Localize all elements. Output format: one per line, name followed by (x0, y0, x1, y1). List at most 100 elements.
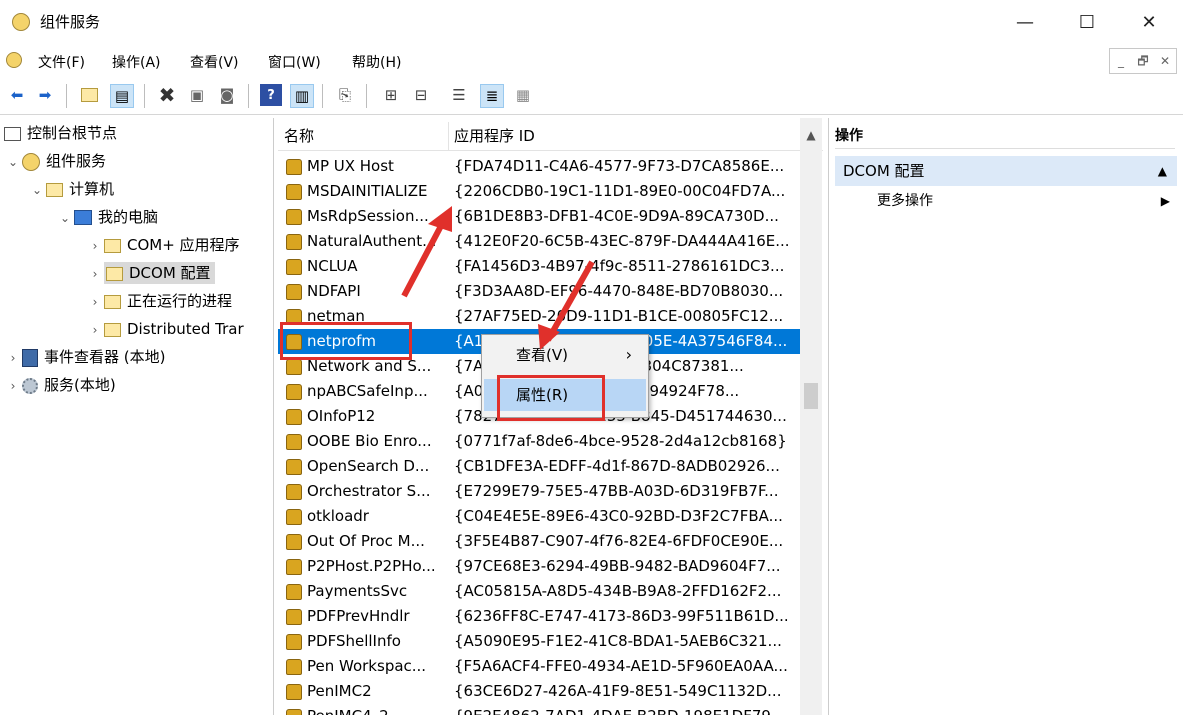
chevron-right-icon[interactable]: › (86, 233, 104, 259)
dcom-app-icon (286, 283, 302, 300)
table-row[interactable]: OOBE Bio Enro... {0771f7af-8de6-4bce-9528… (278, 429, 800, 454)
table-row[interactable]: P2PHost.P2PHo... {97CE68E3-6294-49BB-9482… (278, 554, 800, 579)
menu-window[interactable]: 窗口(W) (268, 52, 321, 72)
app-menu-icon[interactable] (6, 52, 22, 68)
tree-node-computers[interactable]: ⌄ 计算机 (28, 176, 114, 202)
chevron-right-icon[interactable]: › (86, 317, 104, 343)
properties-icon[interactable]: ▣ (186, 84, 208, 106)
row-name-text: NCLUA (307, 257, 358, 275)
chevron-down-icon[interactable]: ⌄ (28, 177, 46, 203)
tree-node-event-viewer[interactable]: › 事件查看器 (本地) (4, 344, 165, 370)
tree-label: 服务(本地) (44, 376, 116, 394)
menu-action[interactable]: 操作(A) (112, 52, 161, 72)
mdi-minimize-button[interactable]: _ (1110, 49, 1132, 73)
menu-help[interactable]: 帮助(H) (352, 52, 401, 72)
tree-node-root[interactable]: 控制台根节点 (4, 120, 117, 146)
row-name: PenIMC2 (286, 679, 454, 704)
table-row[interactable]: Pen Workspac... {F5A6ACF4-FFE0-4934-AE1D-… (278, 654, 800, 679)
row-app-id: {CB1DFE3A-EDFF-4d1f-867D-8ADB02926... (454, 457, 780, 475)
scrollbar-thumb[interactable] (804, 383, 818, 409)
row-name-text: OOBE Bio Enro... (307, 432, 432, 450)
mdi-restore-button[interactable]: 🗗 (1132, 49, 1154, 73)
actions-header: 操作 (835, 124, 1175, 149)
folder-icon (4, 126, 21, 141)
dcom-app-icon (286, 558, 302, 575)
details-view-icon[interactable]: ≣ (480, 84, 504, 108)
row-app-id: {3F5E4B87-C907-4f76-82E4-6FDF0CE90E... (454, 532, 784, 550)
row-name-text: Orchestrator S... (307, 482, 431, 500)
show-hide-action-icon[interactable]: ▥ (290, 84, 314, 108)
menu-view[interactable]: 查看(V) (190, 52, 239, 72)
table-row[interactable]: PaymentsSvc {AC05815A-A8D5-434B-B9A8-2FFD… (278, 579, 800, 604)
computer-icon (74, 210, 92, 225)
chevron-right-icon[interactable]: › (4, 345, 22, 371)
forward-icon[interactable]: ➡ (34, 84, 56, 106)
chevron-down-icon[interactable]: ⌄ (4, 149, 22, 175)
tree-node-component-services[interactable]: ⌄ 组件服务 (4, 148, 106, 174)
delete-icon[interactable]: ✖ (156, 83, 178, 107)
row-name: PenIMC4_2 (286, 704, 454, 715)
collapse-arrow-icon[interactable]: ▲ (1158, 156, 1167, 186)
row-name: PDFShellInfo (286, 629, 454, 654)
table-row[interactable]: Out Of Proc M... {3F5E4B87-C907-4f76-82E4… (278, 529, 800, 554)
folder-icon (104, 322, 121, 337)
dcom-app-icon (286, 208, 302, 225)
vertical-scrollbar[interactable] (800, 118, 822, 715)
tree-label: 事件查看器 (本地) (44, 348, 166, 366)
row-app-id: {E7299E79-75E5-47BB-A03D-6D319FB7F... (454, 482, 779, 500)
tree-node-running-processes[interactable]: › 正在运行的进程 (86, 288, 232, 314)
table-row[interactable]: OpenSearch D... {CB1DFE3A-EDFF-4d1f-867D-… (278, 454, 800, 479)
mdi-close-button[interactable]: ✕ (1154, 49, 1176, 73)
show-hide-tree-icon[interactable]: ▤ (110, 84, 134, 108)
tree-node-dcom-config[interactable]: › DCOM 配置 (86, 260, 215, 286)
actions-section-dcom[interactable]: DCOM 配置 ▲ (835, 156, 1177, 186)
up-folder-icon[interactable] (78, 84, 100, 106)
dcom-app-icon (286, 483, 302, 500)
table-row[interactable]: MP UX Host {FDA74D11-C4A6-4577-9F73-D7CA8… (278, 154, 800, 179)
dcom-app-icon (286, 508, 302, 525)
dcom-app-icon (286, 233, 302, 250)
chevron-down-icon[interactable]: ⌄ (56, 205, 74, 231)
row-name-text: PaymentsSvc (307, 582, 408, 600)
toolbar-separator (366, 84, 367, 108)
table-row[interactable]: PenIMC4_2 {9E2E4862-7AD1-4DAE-B2BD-198E1D… (278, 704, 800, 715)
more-actions-item[interactable]: 更多操作 (877, 190, 933, 210)
row-name-text: MP UX Host (307, 157, 394, 175)
tree-label: 组件服务 (46, 152, 107, 170)
scroll-up-arrow-icon[interactable]: ▲ (800, 122, 822, 148)
new-window-icon[interactable]: ⎘ (334, 84, 356, 106)
chevron-right-icon[interactable]: › (86, 289, 104, 315)
chevron-right-icon[interactable]: › (4, 373, 22, 399)
table-row[interactable]: otkloadr {C04E4E5E-89E6-43C0-92BD-D3F2C7F… (278, 504, 800, 529)
dcom-app-icon (286, 408, 302, 425)
column-header-name[interactable]: 名称 (278, 122, 449, 150)
column-header-appid[interactable]: 应用程序 ID (448, 122, 794, 150)
tree-node-com-apps[interactable]: › COM+ 应用程序 (86, 232, 240, 258)
list-view-icon[interactable]: ☰ (448, 84, 470, 106)
dcom-app-icon (286, 658, 302, 675)
tree-node-services[interactable]: › 服务(本地) (4, 372, 116, 398)
status-view-icon[interactable]: ▦ (512, 84, 534, 106)
table-row[interactable]: PenIMC2 {63CE6D27-426A-41F9-8E51-549C1132… (278, 679, 800, 704)
minimize-button[interactable]: — (1000, 0, 1050, 44)
small-icons-icon[interactable]: ⊟ (410, 84, 432, 106)
close-button[interactable]: ✕ (1124, 0, 1174, 44)
help-icon[interactable]: ? (260, 84, 282, 106)
tree-node-distributed[interactable]: › Distributed Trar (86, 316, 244, 342)
tree-label: DCOM 配置 (129, 264, 211, 282)
dcom-app-icon (286, 158, 302, 175)
large-icons-icon[interactable]: ⊞ (380, 84, 402, 106)
row-app-id: {F5A6ACF4-FFE0-4934-AE1D-5F960EA0AA... (454, 657, 788, 675)
tree-node-my-computer[interactable]: ⌄ 我的电脑 (56, 204, 158, 230)
menu-file[interactable]: 文件(F) (38, 52, 85, 72)
table-row[interactable]: PDFPrevHndlr {6236FF8C-E747-4173-86D3-99F… (278, 604, 800, 629)
refresh-icon[interactable]: ◙ (216, 84, 238, 106)
chevron-right-icon[interactable]: › (86, 261, 104, 287)
back-icon[interactable]: ⬅ (6, 84, 28, 106)
row-name-text: npABCSafeInp... (307, 382, 428, 400)
table-row[interactable]: Orchestrator S... {E7299E79-75E5-47BB-A03… (278, 479, 800, 504)
maximize-button[interactable]: ☐ (1062, 0, 1112, 44)
row-name-text: PenIMC2 (307, 682, 372, 700)
table-row[interactable]: PDFShellInfo {A5090E95-F1E2-41C8-BDA1-5AE… (278, 629, 800, 654)
dcom-app-icon (286, 583, 302, 600)
